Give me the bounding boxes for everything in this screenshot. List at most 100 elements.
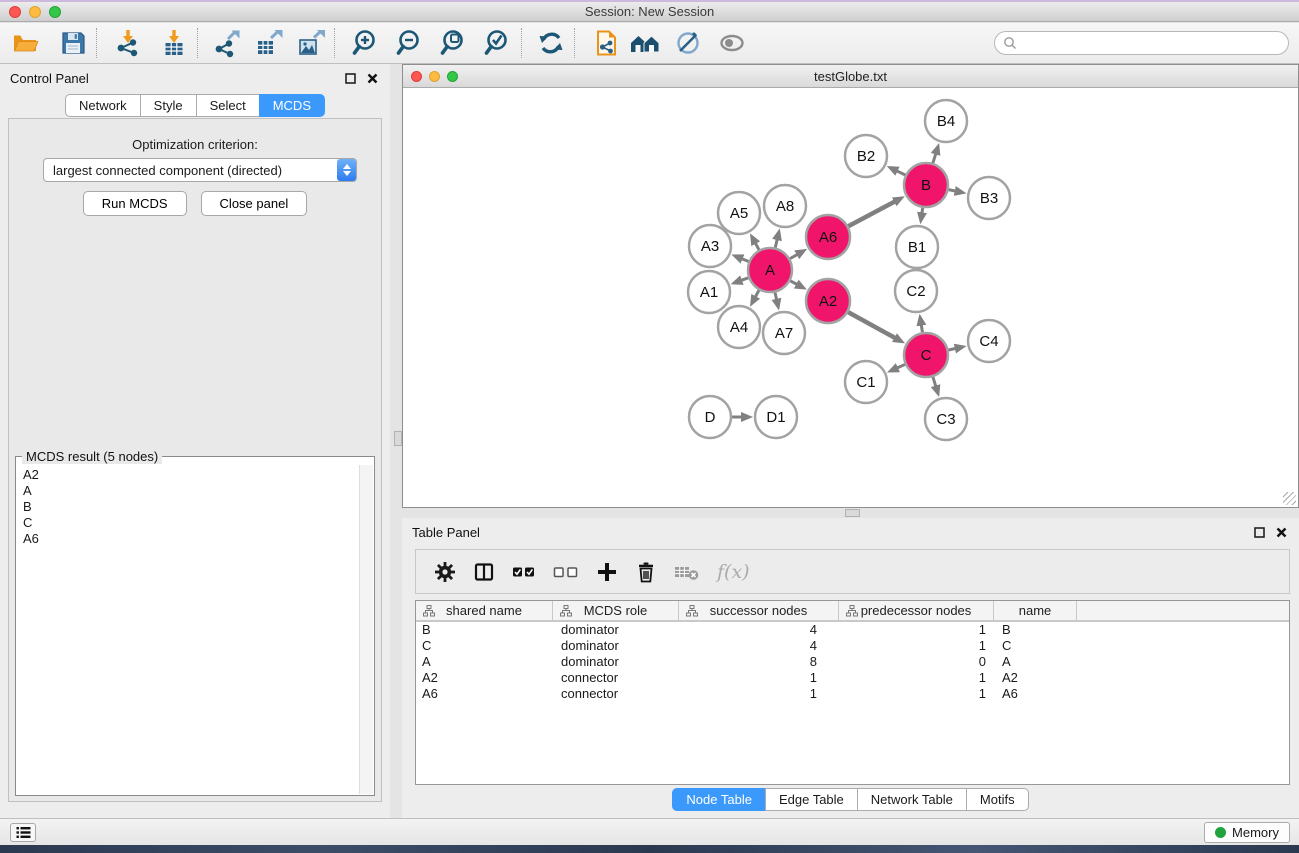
table-row[interactable]: Cdominator41C bbox=[416, 638, 1289, 654]
export-network-icon[interactable] bbox=[210, 26, 244, 60]
column-header-predecessor-nodes[interactable]: predecessor nodes bbox=[839, 601, 994, 620]
save-session-icon[interactable] bbox=[56, 26, 90, 60]
run-mcds-button[interactable]: Run MCDS bbox=[83, 191, 187, 216]
graph-node-label: A7 bbox=[775, 325, 793, 342]
network-graph[interactable]: AA1A2A3A4A5A6A7A8BB1B2B3B4CC1C2C3C4DD1 bbox=[403, 88, 1298, 507]
tab-edge-table[interactable]: Edge Table bbox=[765, 788, 858, 811]
function-builder-icon[interactable]: f(x) bbox=[717, 561, 750, 583]
export-image-icon[interactable] bbox=[294, 26, 328, 60]
settings-gear-icon[interactable] bbox=[434, 561, 456, 583]
graph-edge-A-A7[interactable] bbox=[775, 292, 777, 299]
window-resize-grip[interactable] bbox=[1283, 492, 1296, 505]
graph-edge-C-C1[interactable] bbox=[897, 364, 905, 368]
close-panel-button[interactable]: Close panel bbox=[201, 191, 308, 216]
node-table[interactable]: shared nameMCDS rolesuccessor nodesprede… bbox=[415, 600, 1290, 785]
graph-edge-A-A6[interactable] bbox=[790, 254, 798, 258]
column-header-name[interactable]: name bbox=[994, 601, 1077, 620]
birds-eye-icon[interactable] bbox=[715, 26, 749, 60]
criterion-value: largest connected component (directed) bbox=[44, 163, 337, 178]
delete-row-icon[interactable] bbox=[635, 561, 657, 583]
cell-shared-name: A bbox=[416, 654, 553, 670]
graph-node-label: C2 bbox=[906, 283, 925, 300]
float-panel-icon[interactable] bbox=[342, 70, 358, 86]
memory-button[interactable]: Memory bbox=[1204, 822, 1290, 843]
zoom-out-icon[interactable] bbox=[393, 26, 427, 60]
task-history-button[interactable] bbox=[10, 823, 36, 842]
graph-edge-A-A2[interactable] bbox=[790, 281, 797, 285]
column-header-successor-nodes[interactable]: successor nodes bbox=[679, 601, 839, 620]
graph-edge-C-C4[interactable] bbox=[948, 348, 955, 350]
graph-edge-A6-B[interactable] bbox=[848, 201, 895, 226]
table-row[interactable]: Bdominator41B bbox=[416, 622, 1289, 638]
graph-node-label: B4 bbox=[937, 113, 955, 130]
graph-edge-A2-C[interactable] bbox=[848, 312, 895, 338]
table-row[interactable]: A6connector11A6 bbox=[416, 686, 1289, 702]
cell-mcds-role: dominator bbox=[553, 622, 679, 638]
graph-edge-A-A4[interactable] bbox=[755, 290, 759, 297]
graph-edge-B-B3[interactable] bbox=[949, 190, 956, 191]
tab-network-table[interactable]: Network Table bbox=[857, 788, 967, 811]
search-field[interactable] bbox=[994, 31, 1289, 55]
cell-mcds-role: connector bbox=[553, 686, 679, 702]
control-panel-tabs: NetworkStyleSelectMCDS bbox=[0, 94, 390, 117]
tab-motifs[interactable]: Motifs bbox=[966, 788, 1029, 811]
graph-edge-C-C3[interactable] bbox=[933, 377, 936, 387]
mcds-result-list[interactable]: A2ABCA6 bbox=[17, 465, 359, 794]
graph-edge-B-B2[interactable] bbox=[897, 171, 906, 175]
deselect-all-checkbox-icon[interactable] bbox=[553, 561, 579, 583]
graph-edge-A-A3[interactable] bbox=[742, 259, 749, 262]
result-item[interactable]: A2 bbox=[23, 467, 359, 483]
splitpane-handle-horizontal[interactable] bbox=[845, 509, 860, 517]
graph-node-label: C3 bbox=[936, 411, 955, 428]
delete-table-icon[interactable] bbox=[674, 561, 700, 583]
criterion-dropdown[interactable]: largest connected component (directed) bbox=[43, 158, 357, 182]
add-row-icon[interactable] bbox=[596, 561, 618, 583]
home-overview-icon[interactable] bbox=[629, 26, 663, 60]
zoom-fit-icon[interactable] bbox=[437, 26, 471, 60]
open-file-icon[interactable] bbox=[8, 26, 42, 60]
tab-network[interactable]: Network bbox=[65, 94, 141, 117]
tab-style[interactable]: Style bbox=[140, 94, 197, 117]
table-row[interactable]: Adominator80A bbox=[416, 654, 1289, 670]
zoom-in-icon[interactable] bbox=[349, 26, 383, 60]
close-panel-icon[interactable] bbox=[364, 70, 380, 86]
table-row[interactable]: A2connector11A2 bbox=[416, 670, 1289, 686]
show-columns-icon[interactable] bbox=[473, 561, 495, 583]
graphics-details-icon[interactable] bbox=[671, 26, 705, 60]
network-canvas[interactable]: AA1A2A3A4A5A6A7A8BB1B2B3B4CC1C2C3C4DD1 bbox=[403, 88, 1298, 507]
tab-mcds[interactable]: MCDS bbox=[259, 94, 325, 117]
duplicate-network-icon[interactable] bbox=[589, 26, 623, 60]
cell-shared-name: A2 bbox=[416, 670, 553, 686]
column-header-mcds-role[interactable]: MCDS role bbox=[553, 601, 679, 620]
zoom-selected-icon[interactable] bbox=[481, 26, 515, 60]
graph-edge-A-A8[interactable] bbox=[775, 239, 777, 248]
result-item[interactable]: A bbox=[23, 483, 359, 499]
network-window-titlebar[interactable]: testGlobe.txt bbox=[403, 65, 1298, 88]
import-table-icon[interactable] bbox=[157, 26, 191, 60]
control-panel-title: Control Panel bbox=[10, 71, 336, 86]
tab-node-table[interactable]: Node Table bbox=[672, 788, 766, 811]
tab-select[interactable]: Select bbox=[196, 94, 260, 117]
graph-edge-B-B4[interactable] bbox=[933, 153, 936, 163]
result-item[interactable]: B bbox=[23, 499, 359, 515]
float-panel-icon[interactable] bbox=[1251, 524, 1267, 540]
column-header-shared-name[interactable]: shared name bbox=[416, 601, 553, 620]
result-item[interactable]: A6 bbox=[23, 531, 359, 547]
optimization-criterion-label: Optimization criterion: bbox=[9, 137, 381, 152]
splitpane-handle-vertical[interactable] bbox=[394, 431, 402, 446]
search-input[interactable] bbox=[1017, 33, 1288, 53]
cell-name: A2 bbox=[994, 670, 1077, 686]
graph-edge-A-A5[interactable] bbox=[755, 243, 759, 250]
graph-edge-A-A1[interactable] bbox=[741, 278, 748, 281]
graph-node-label: D bbox=[705, 409, 716, 426]
graph-edge-C-C2[interactable] bbox=[921, 325, 922, 333]
close-panel-icon[interactable] bbox=[1273, 524, 1289, 540]
import-network-icon[interactable] bbox=[111, 26, 145, 60]
result-scrollbar[interactable] bbox=[359, 465, 373, 794]
refresh-layout-icon[interactable] bbox=[534, 26, 568, 60]
result-item[interactable]: C bbox=[23, 515, 359, 531]
graph-node-label: C1 bbox=[856, 374, 875, 391]
select-all-checkbox-icon[interactable] bbox=[512, 561, 536, 583]
graph-edge-B-B1[interactable] bbox=[922, 208, 923, 214]
export-table-icon[interactable] bbox=[252, 26, 286, 60]
